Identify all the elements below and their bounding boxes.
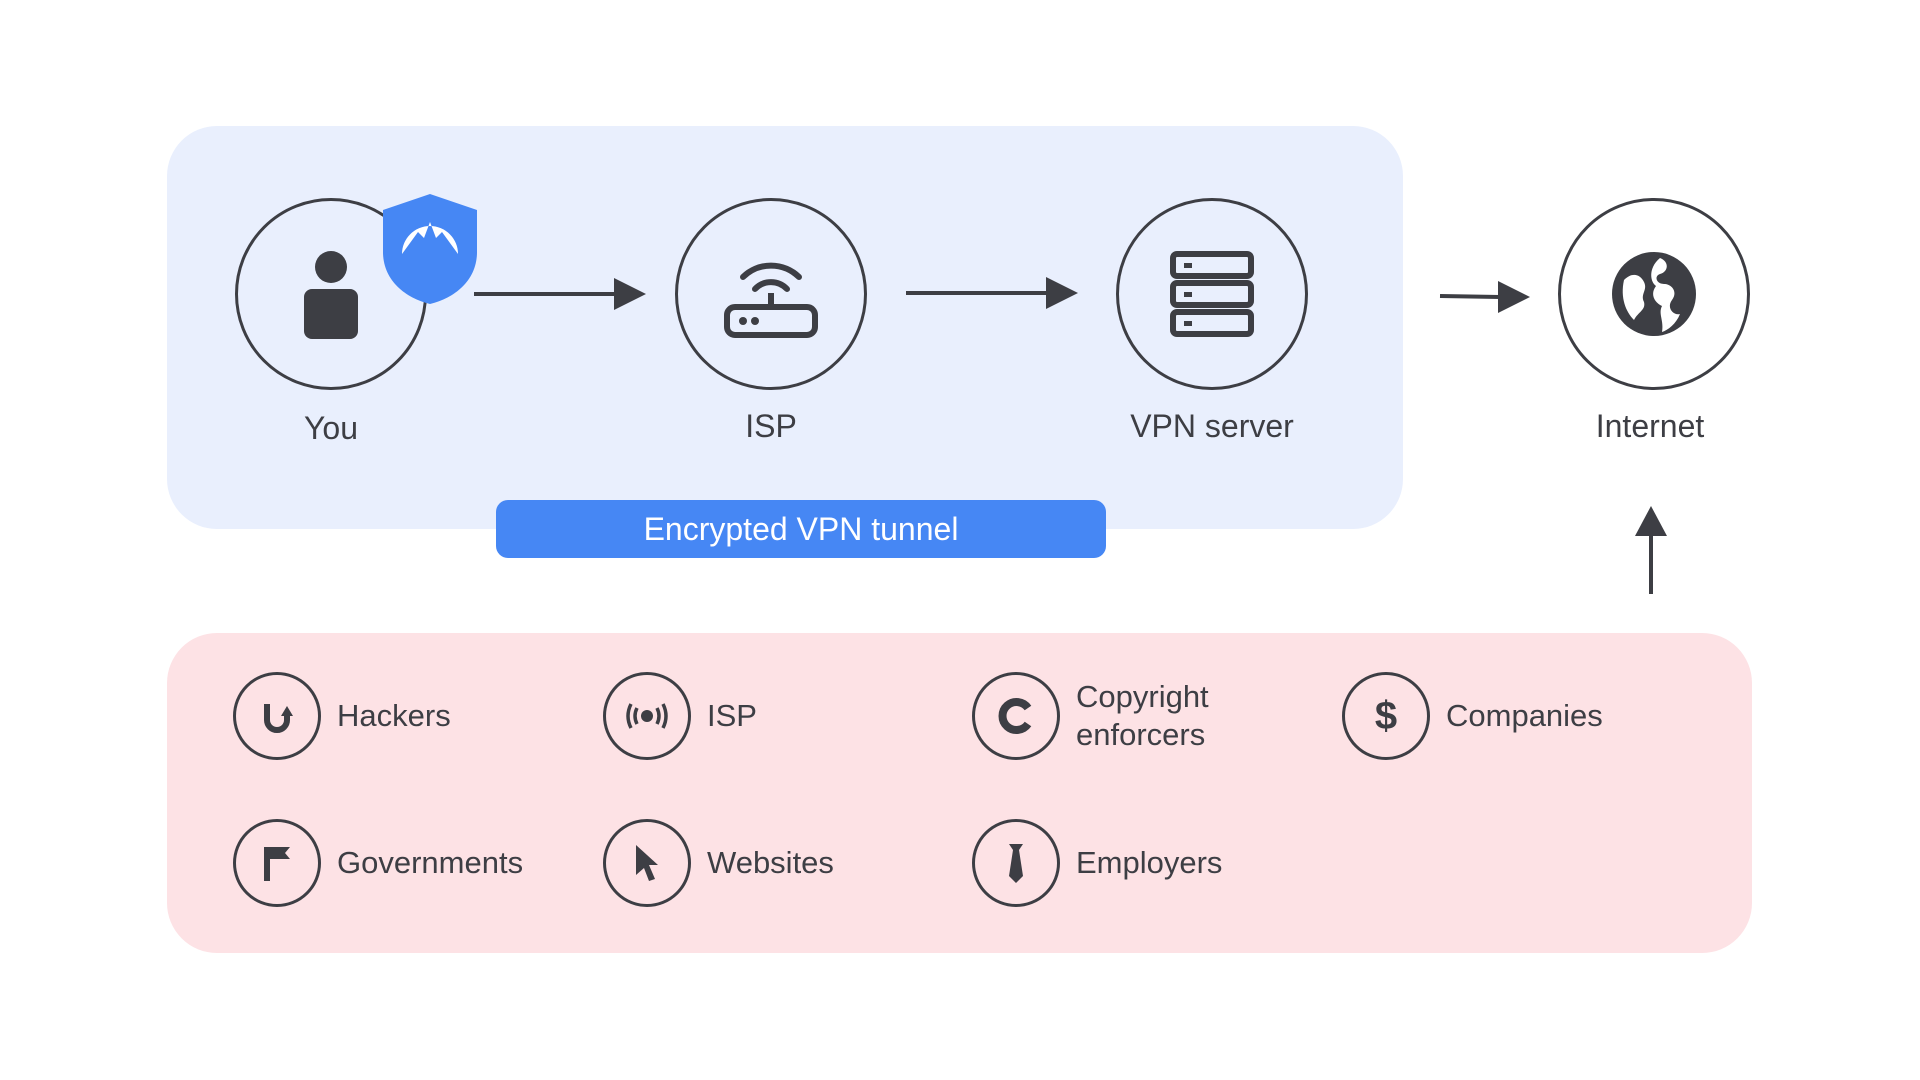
hook-icon [264, 704, 293, 733]
observer-label: Copyright enforcers [1076, 678, 1209, 754]
observer-companies: $ Companies [1342, 672, 1603, 760]
flag-icon [264, 847, 290, 881]
observer-isp: ISP [603, 672, 757, 760]
observer-label: Companies [1446, 698, 1603, 733]
encrypted-tunnel-badge: Encrypted VPN tunnel [496, 500, 1106, 558]
cursor-icon [636, 845, 658, 881]
broadcast-icon [626, 703, 668, 729]
observer-label: Websites [707, 845, 834, 880]
copyright-icon [998, 698, 1032, 734]
observer-label-line2: enforcers [1076, 717, 1206, 752]
observer-hackers: Hackers [233, 672, 451, 760]
observer-label: Hackers [337, 698, 451, 733]
observer-label-line1: Copyright [1076, 679, 1209, 714]
observer-employers: Employers [972, 819, 1222, 907]
dollar-icon: $ [1374, 693, 1398, 738]
tie-icon [1009, 844, 1023, 883]
observer-label: ISP [707, 698, 757, 733]
observer-websites: Websites [603, 819, 834, 907]
observer-governments: Governments [233, 819, 523, 907]
observer-label: Employers [1076, 845, 1223, 880]
observer-copyright-enforcers: Copyright enforcers [972, 672, 1209, 760]
arrow-vpn-to-internet [1439, 294, 1501, 299]
observer-label: Governments [337, 845, 524, 880]
